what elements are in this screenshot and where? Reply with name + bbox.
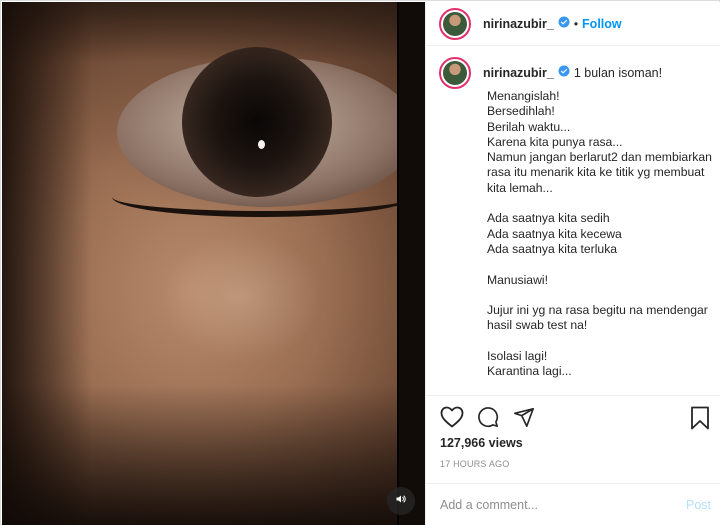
avatar-image [443,11,467,36]
heart-icon[interactable] [440,406,464,433]
verified-badge-icon [558,15,570,33]
caption-text: Menangislah! Bersedihlah! Berilah waktu.… [487,89,712,379]
caption-header: nirinazubir_ 1 bulan isoman! [439,57,720,89]
comment-input[interactable] [440,497,686,512]
post-sidebar: nirinazubir_ • Follow nirinazubir_ 1 bul… [425,2,720,525]
post-comment-button[interactable]: Post [686,498,711,512]
follow-button[interactable]: Follow [582,17,622,31]
post-video[interactable] [2,2,425,525]
caption-avatar-image [443,61,467,85]
avatar[interactable] [439,7,471,40]
view-count[interactable]: 127,966 views [440,436,523,450]
post-header: nirinazubir_ • Follow [426,2,720,46]
video-edge-dark [399,2,425,525]
post-frame: nirinazubir_ • Follow nirinazubir_ 1 bul… [0,0,720,525]
eye-glint [258,140,265,149]
timestamp[interactable]: 17 HOURS AGO [440,459,509,469]
speaker-icon [395,492,407,510]
caption-area: nirinazubir_ 1 bulan isoman! Menangislah… [426,57,720,395]
comment-bar: Post [426,483,720,525]
caption-first-line: 1 bulan isoman! [573,66,663,80]
lash-line [112,177,412,217]
caption-username[interactable]: nirinazubir_ [483,66,554,80]
action-bar [426,395,720,435]
verified-badge-icon [558,64,570,82]
iris [182,47,332,197]
tear-highlight [162,232,322,362]
comment-bubble-icon[interactable] [476,406,500,433]
header-separator: • [573,16,579,31]
paper-plane-icon[interactable] [512,406,536,433]
header-username[interactable]: nirinazubir_ [483,17,554,31]
shade-bottom [2,385,425,525]
bookmark-icon[interactable] [690,406,710,435]
sound-toggle-button[interactable] [387,487,415,515]
caption-avatar[interactable] [439,57,471,89]
